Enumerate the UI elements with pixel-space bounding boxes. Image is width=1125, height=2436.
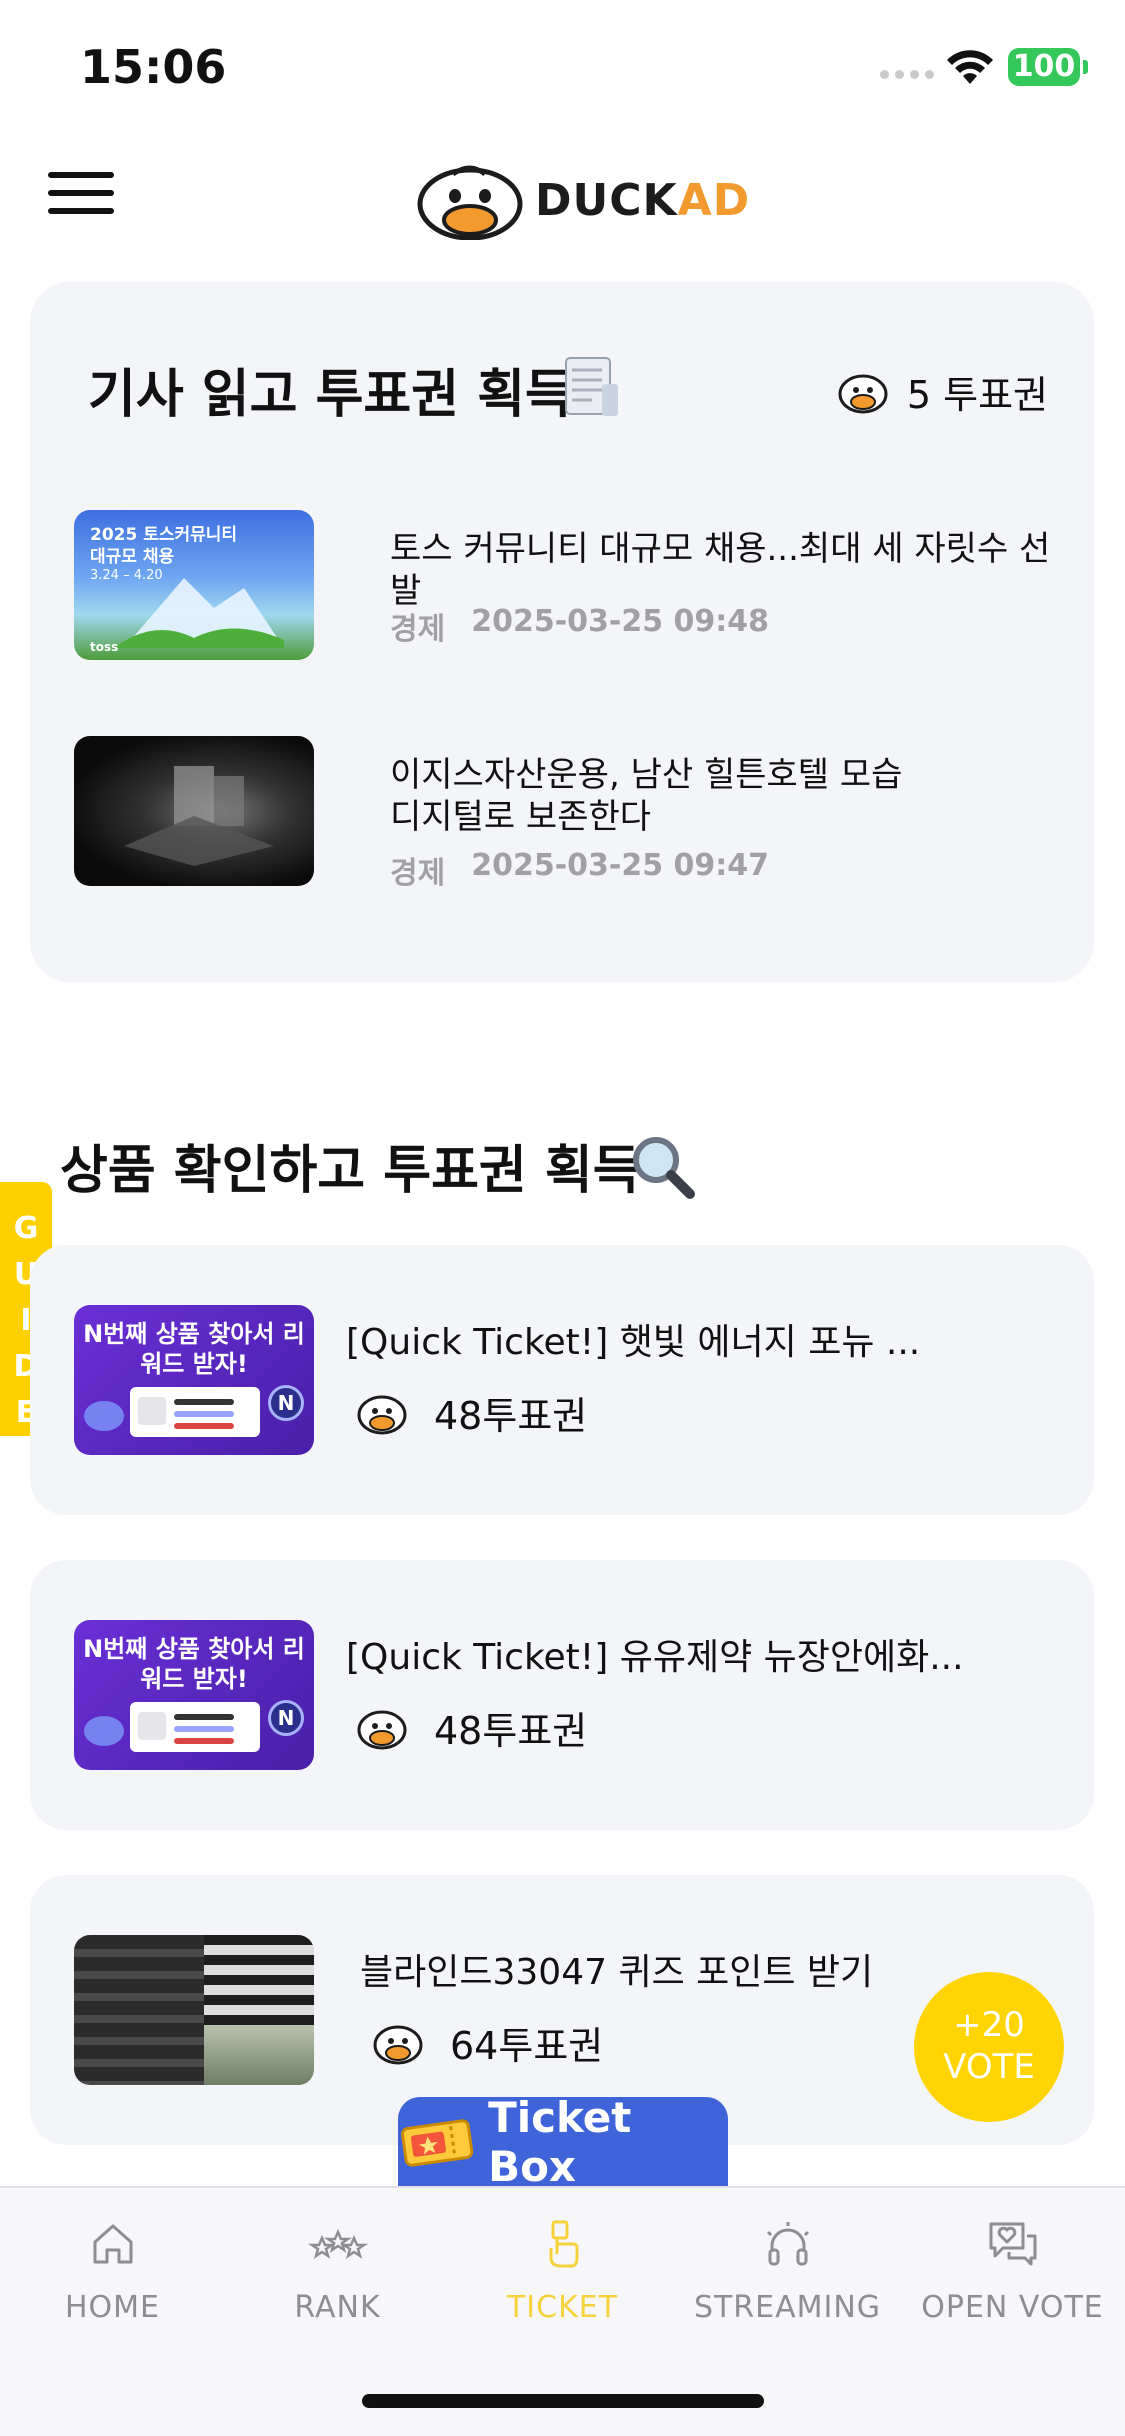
article-meta: 경제 2025-03-25 09:47 bbox=[390, 848, 769, 892]
articles-card: 기사 읽고 투표권 획득 5 투표권 2025 토스커뮤니티 대규모 채용 3.2… bbox=[30, 282, 1094, 982]
ticket-box-label: Ticket Box bbox=[488, 2093, 632, 2191]
status-bar: 15:06 100 bbox=[0, 0, 1125, 140]
cellular-signal-icon bbox=[880, 70, 934, 79]
article-item[interactable]: 2025 토스커뮤니티 대규모 채용 3.24 – 4.20 toss 토스 커뮤… bbox=[74, 510, 1064, 670]
tab-ticket[interactable]: TICKET bbox=[450, 2218, 675, 2325]
article-title[interactable]: 이지스자산운용, 남산 힐튼호텔 모습 디지털로 보존한다 bbox=[390, 754, 1070, 838]
article-thumbnail: 2025 토스커뮤니티 대규모 채용 3.24 – 4.20 toss bbox=[74, 510, 314, 660]
app-header: DUCKAD bbox=[0, 140, 1125, 270]
status-time: 15:06 bbox=[80, 40, 227, 94]
article-meta: 경제 2025-03-25 09:48 bbox=[390, 604, 769, 648]
duck-icon bbox=[357, 1710, 407, 1749]
article-date: 2025-03-25 09:48 bbox=[471, 604, 770, 639]
duck-logo-icon bbox=[417, 165, 523, 240]
wifi-icon bbox=[947, 50, 993, 84]
product-thumbnail: N번째 상품 찾아서 리워드 받자! N bbox=[74, 1620, 314, 1770]
tab-open-vote[interactable]: OPEN VOTE bbox=[900, 2218, 1125, 2325]
home-indicator bbox=[362, 2394, 764, 2408]
tab-streaming[interactable]: STREAMING bbox=[675, 2218, 900, 2325]
chat-heart-icon bbox=[989, 2222, 1036, 2266]
vote-bonus-button[interactable]: +20 VOTE bbox=[914, 1972, 1064, 2122]
ticket-hand-icon bbox=[549, 2220, 578, 2268]
product-card[interactable]: N번째 상품 찾아서 리워드 받자! N [Quick Ticket!] 유유제… bbox=[30, 1560, 1094, 1830]
menu-icon[interactable] bbox=[48, 172, 114, 232]
article-title[interactable]: 토스 커뮤니티 대규모 채용...최대 세 자릿수 선발 bbox=[390, 528, 1070, 612]
document-icon bbox=[565, 357, 618, 416]
products-section-title: 상품 확인하고 투표권 획득 bbox=[60, 1141, 641, 1201]
product-title[interactable]: [Quick Ticket!] 햇빛 에너지 포뉴 ... bbox=[346, 1313, 920, 1365]
duck-icon bbox=[357, 1395, 407, 1434]
home-icon bbox=[93, 2224, 132, 2264]
duck-icon bbox=[373, 2025, 423, 2064]
product-card[interactable]: N번째 상품 찾아서 리워드 받자! N [Quick Ticket!] 햇빛 … bbox=[30, 1245, 1094, 1515]
magnifier-icon bbox=[633, 1137, 695, 1199]
article-category: 경제 bbox=[390, 856, 446, 891]
product-title[interactable]: [Quick Ticket!] 유유제약 뉴장안에화... bbox=[346, 1628, 964, 1680]
duck-icon bbox=[838, 374, 888, 413]
tab-rank[interactable]: RANK bbox=[225, 2218, 450, 2325]
product-reward: 48투표권 bbox=[356, 1700, 587, 1755]
ticket-icon bbox=[401, 2119, 474, 2167]
articles-reward-label: 5 투표권 bbox=[906, 373, 1048, 417]
app-logo[interactable]: DUCKAD bbox=[415, 160, 750, 240]
article-date: 2025-03-25 09:47 bbox=[471, 848, 770, 883]
article-item[interactable]: 이지스자산운용, 남산 힐튼호텔 모습 디지털로 보존한다 경제 2025-03… bbox=[74, 736, 1064, 896]
product-reward: 48투표권 bbox=[356, 1385, 587, 1440]
ticket-box-button[interactable]: Ticket Box bbox=[398, 2093, 728, 2191]
product-thumbnail: N번째 상품 찾아서 리워드 받자! N bbox=[74, 1305, 314, 1455]
product-title[interactable]: 블라인드33047 퀴즈 포인트 받기 bbox=[360, 1943, 873, 1995]
headphones-icon bbox=[766, 2222, 809, 2266]
tab-home[interactable]: HOME bbox=[0, 2218, 225, 2325]
articles-section-title: 기사 읽고 투표권 획득 bbox=[88, 365, 573, 425]
articles-reward: 5 투표권 bbox=[837, 364, 1048, 419]
product-thumbnail bbox=[74, 1935, 314, 2085]
logo-wordmark: DUCKAD bbox=[535, 174, 751, 226]
stars-icon bbox=[307, 2228, 368, 2259]
article-category: 경제 bbox=[390, 612, 446, 647]
article-thumbnail bbox=[74, 736, 314, 886]
battery-icon: 100 bbox=[1008, 48, 1088, 86]
product-reward: 64투표권 bbox=[372, 2015, 603, 2070]
